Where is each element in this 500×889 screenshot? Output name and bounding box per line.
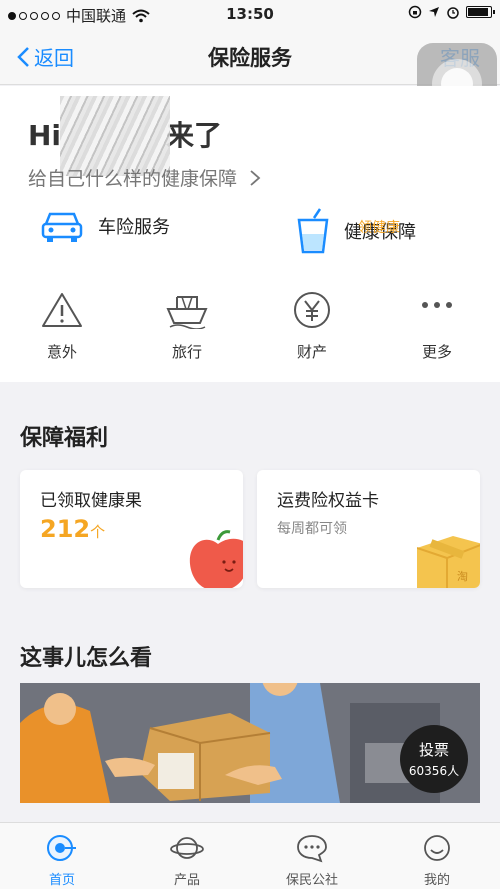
category-label: 意外	[46, 343, 77, 361]
top-panel: Hi 来了 给自己什么样的健康保障 车险服务 健康保障 领健康 意外 旅行 财产…	[0, 86, 500, 382]
category-travel[interactable]: 旅行	[147, 291, 227, 362]
category-label: 更多	[421, 343, 452, 361]
apple-icon	[189, 530, 243, 588]
category-more[interactable]: 更多	[397, 291, 477, 362]
benefits-section-title: 保障福利	[20, 426, 109, 451]
health-fruit-count: 212个	[40, 515, 106, 543]
category-grid: 意外 旅行 财产 更多	[0, 291, 500, 371]
tab-home[interactable]: 首页	[17, 833, 107, 888]
card-title: 已领取健康果	[40, 491, 142, 511]
card-title: 运费险权益卡	[277, 491, 379, 511]
card-subtitle: 每周都可领	[277, 521, 347, 537]
vote-label: 投票	[418, 741, 449, 759]
planet-icon	[170, 837, 204, 859]
tab-label: 保民公社	[285, 873, 338, 888]
health-promo-tag: 领健康	[358, 220, 400, 236]
tab-bar: 首页 产品 保民公社 我的	[0, 822, 500, 889]
category-label: 旅行	[171, 343, 202, 361]
location-icon	[429, 7, 439, 17]
status-bar: 中国联通 13:50	[0, 0, 500, 30]
chevron-right-icon	[250, 170, 261, 186]
tab-community[interactable]: 保民公社	[267, 833, 357, 888]
svg-text:淘: 淘	[457, 570, 468, 583]
tab-mine[interactable]: 我的	[392, 833, 482, 888]
category-property[interactable]: 财产	[272, 291, 352, 362]
smile-icon	[424, 835, 450, 861]
battery-icon	[466, 6, 495, 18]
health-insurance-entry[interactable]: 健康保障 领健康	[296, 208, 416, 254]
tab-products[interactable]: 产品	[142, 833, 232, 888]
rotation-lock-icon	[408, 5, 422, 19]
status-icons	[408, 5, 495, 19]
shipping-insurance-card[interactable]: 运费险权益卡 每周都可领 淘	[257, 470, 480, 588]
vote-count: 60356人	[408, 764, 460, 778]
insurance-service-screen: 中国联通 13:50 返回 保险服务 客服 Hi来了 给自己什么样的健康保障	[0, 0, 500, 889]
car-icon	[41, 212, 83, 242]
more-icon	[422, 302, 452, 308]
home-icon	[47, 835, 76, 861]
greeting-subtitle-link[interactable]: 给自己什么样的健康保障	[28, 164, 261, 191]
car-insurance-entry[interactable]: 车险服务	[40, 208, 170, 244]
category-accident[interactable]: 意外	[22, 291, 102, 362]
tab-label: 我的	[423, 873, 450, 888]
discussion-section-title: 这事儿怎么看	[20, 646, 153, 671]
tab-label: 首页	[48, 873, 75, 888]
health-fruit-card[interactable]: 已领取健康果 212个	[20, 470, 243, 588]
category-label: 财产	[296, 343, 327, 361]
vote-button[interactable]: 投票 60356人	[400, 725, 468, 793]
warning-icon	[42, 293, 82, 327]
car-insurance-label: 车险服务	[98, 217, 170, 238]
chat-icon	[297, 835, 327, 863]
package-icon: 淘	[417, 536, 480, 588]
tab-label: 产品	[173, 873, 200, 888]
ship-icon	[166, 296, 208, 330]
alarm-icon	[447, 7, 459, 19]
yen-icon	[294, 292, 330, 328]
cup-icon	[297, 208, 329, 254]
